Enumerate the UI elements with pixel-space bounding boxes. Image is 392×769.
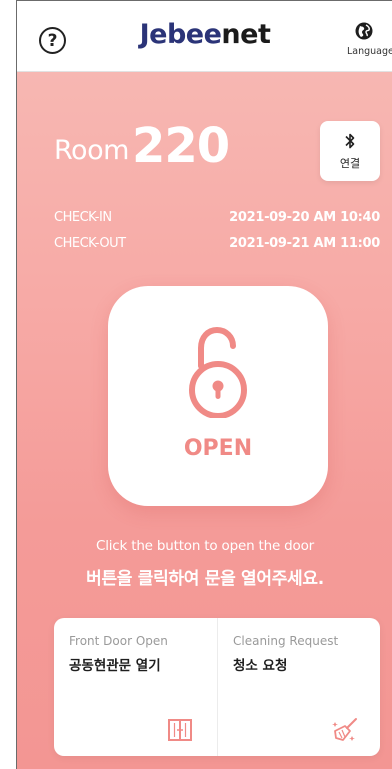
checkout-row: CHECK-OUT 2021-09-21 AM 11:00 [54,236,380,254]
action-cards: Front Door Open 공동현관문 열기 Cleaning Reques… [54,618,380,756]
header-bar: ? Jebeenet Language [17,1,392,72]
room-number: 220 [132,118,230,174]
checkout-value: 2021-09-21 AM 11:00 [229,236,380,251]
hint-english: Click the button to open the door [95,538,315,554]
brand-logo: Jebeenet [17,19,392,50]
checkin-label: CHECK-IN [54,210,112,225]
broom-icon [332,718,357,741]
hint-korean: 버튼을 클릭하여 문을 열어주세요. [86,569,324,589]
app-frame: ? Jebeenet Language Room 220 연결 CHECK-IN… [16,0,392,769]
cleaning-request-button[interactable]: Cleaning Request 청소 요청 [217,618,380,756]
front-door-open-label-ko: 공동현관문 열기 [69,658,161,674]
cleaning-request-label-ko: 청소 요청 [233,658,288,674]
globe-icon [355,22,373,40]
bluetooth-connect-button[interactable]: 연결 [320,121,380,181]
bluetooth-icon [345,133,355,149]
open-door-button[interactable]: OPEN [108,286,328,506]
bluetooth-label: 연결 [339,157,361,170]
checkout-label: CHECK-OUT [54,236,126,251]
checkin-row: CHECK-IN 2021-09-20 AM 10:40 [54,210,380,228]
checkin-value: 2021-09-20 AM 10:40 [229,210,380,225]
front-door-open-label-en: Front Door Open [69,634,168,648]
cleaning-request-label-en: Cleaning Request [233,634,339,648]
door-icon [168,719,192,741]
room-label: Room [54,135,129,166]
front-door-open-button[interactable]: Front Door Open 공동현관문 열기 [54,618,217,756]
brand-logo-part2: net [221,19,271,50]
brand-logo-part1: Jebee [139,19,222,50]
unlocked-padlock-icon [189,326,247,418]
language-button[interactable]: Language [347,21,392,65]
language-label: Language [347,46,392,57]
open-label: OPEN [183,436,253,461]
